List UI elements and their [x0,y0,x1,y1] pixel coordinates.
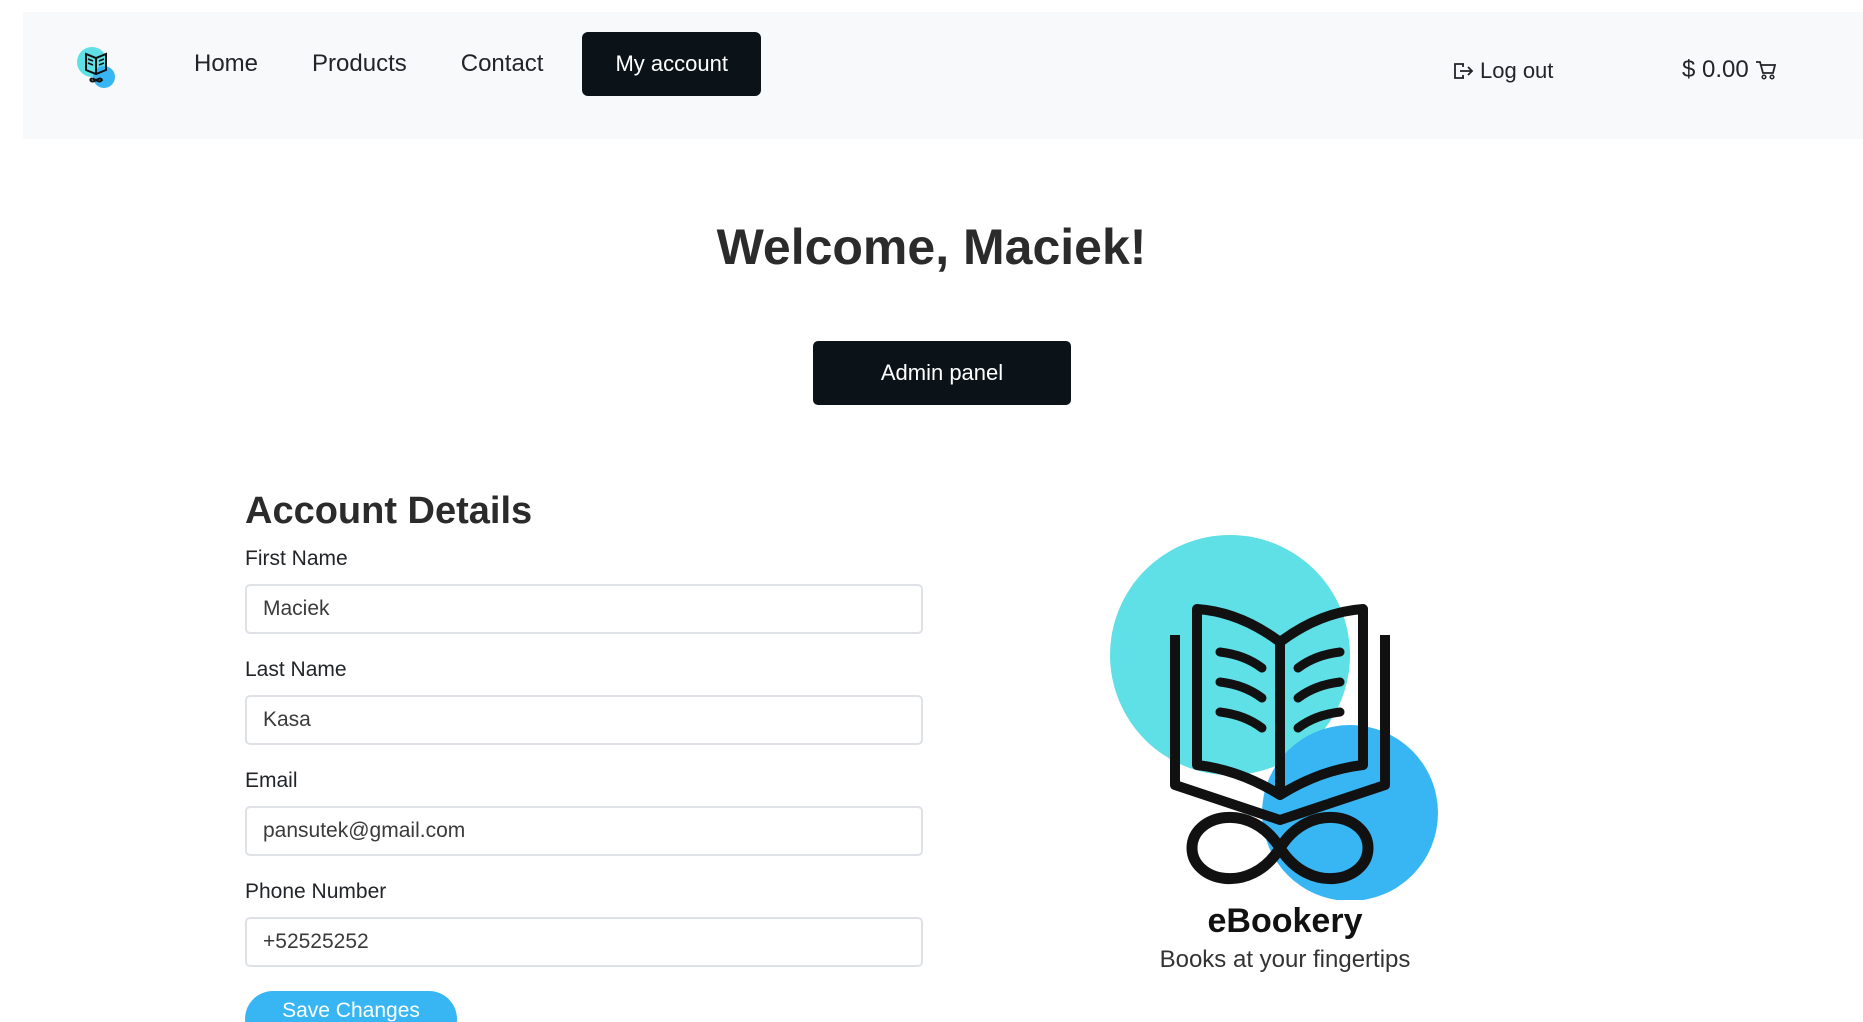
cart-icon [1755,61,1776,80]
brand-tagline: Books at your fingertips [1159,946,1411,973]
last-name-field[interactable] [245,695,923,745]
logout-label: Log out [1480,58,1554,83]
last-name-label: Last Name [245,658,347,681]
cart-link[interactable]: $ 0.00 [1682,56,1777,84]
first-name-field[interactable] [245,584,923,634]
main-nav: Home Products Contact My account [167,32,761,96]
save-changes-button[interactable]: Save Changes [245,991,457,1022]
ebookery-logo-icon[interactable] [72,42,122,92]
brand-name: eBookery [1207,902,1363,940]
cart-amount: $ 0.00 [1682,56,1749,83]
brand-logo: eBookery Books at your fingertips [1100,530,1480,980]
open-book-infinity-icon [1110,535,1438,901]
admin-panel-button[interactable]: Admin panel [813,341,1071,405]
logout-icon [1454,63,1474,79]
first-name-label: First Name [245,547,348,570]
phone-label: Phone Number [245,880,387,903]
welcome-heading: Welcome, Maciek! [716,219,1147,275]
account-details-title: Account Details [245,490,533,532]
phone-field[interactable] [245,917,923,967]
nav-home-link[interactable]: Home [167,32,285,96]
logout-link[interactable]: Log out [1452,58,1553,84]
nav-products-link[interactable]: Products [285,32,434,96]
nav-my-account-link[interactable]: My account [582,32,761,96]
email-label: Email [245,769,298,792]
account-details-form: Account Details First Name Last Name Ema… [245,490,925,991]
nav-contact-link[interactable]: Contact [434,32,571,96]
email-field[interactable] [245,806,923,856]
